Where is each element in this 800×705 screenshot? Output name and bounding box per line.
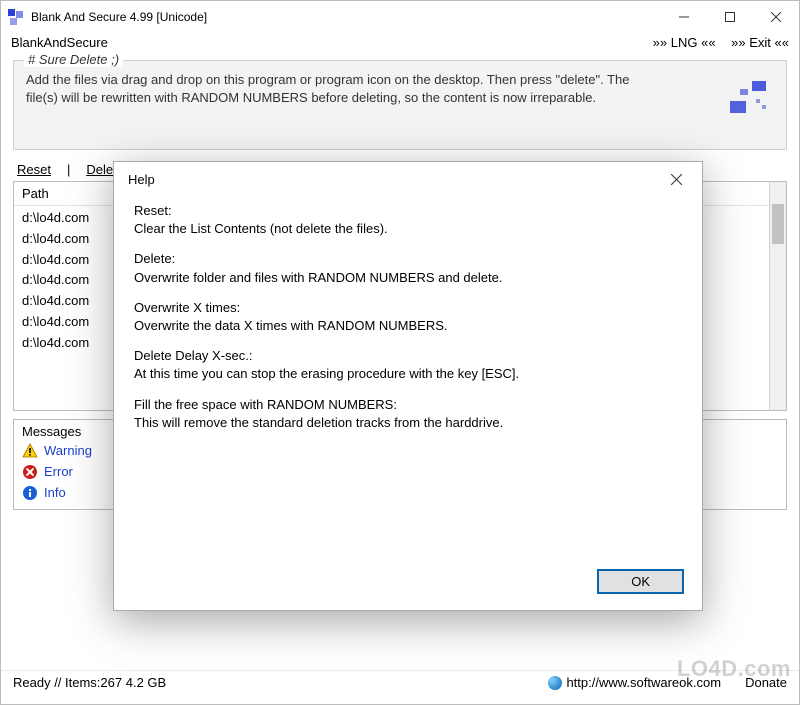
watermark: LO4D.com bbox=[677, 656, 791, 682]
globe-icon bbox=[548, 676, 562, 690]
window-controls bbox=[661, 1, 799, 33]
warning-icon bbox=[22, 443, 38, 459]
groupbox-text: Add the files via drag and drop on this … bbox=[26, 71, 646, 139]
maximize-button[interactable] bbox=[707, 1, 753, 33]
separator: | bbox=[67, 162, 70, 177]
message-label: Warning bbox=[44, 441, 92, 462]
help-heading: Reset: bbox=[134, 202, 682, 220]
scrollbar[interactable] bbox=[769, 182, 786, 410]
help-text: At this time you can stop the erasing pr… bbox=[134, 365, 682, 383]
groupbox-logo-icon bbox=[726, 79, 772, 122]
app-icon bbox=[7, 8, 25, 26]
help-section: Fill the free space with RANDOM NUMBERS:… bbox=[134, 396, 682, 432]
help-section: Overwrite X times: Overwrite the data X … bbox=[134, 299, 682, 335]
minimize-button[interactable] bbox=[661, 1, 707, 33]
main-window: Blank And Secure 4.99 [Unicode] BlankAnd… bbox=[0, 0, 800, 705]
help-text: Overwrite folder and files with RANDOM N… bbox=[134, 269, 682, 287]
message-label: Error bbox=[44, 462, 73, 483]
help-text: This will remove the standard deletion t… bbox=[134, 414, 682, 432]
help-heading: Delete: bbox=[134, 250, 682, 268]
exit-menu[interactable]: »» Exit «« bbox=[731, 35, 789, 50]
dialog-title: Help bbox=[128, 172, 654, 187]
lng-menu[interactable]: »» LNG «« bbox=[653, 35, 716, 50]
dialog-titlebar: Help bbox=[114, 162, 702, 196]
info-groupbox: # Sure Delete ;) Add the files via drag … bbox=[13, 60, 787, 150]
groupbox-title: # Sure Delete ;) bbox=[24, 52, 123, 67]
window-title: Blank And Secure 4.99 [Unicode] bbox=[31, 10, 661, 24]
help-dialog: Help Reset: Clear the List Contents (not… bbox=[113, 161, 703, 611]
dialog-close-button[interactable] bbox=[654, 162, 698, 196]
info-icon bbox=[22, 485, 38, 501]
help-heading: Overwrite X times: bbox=[134, 299, 682, 317]
help-section: Delete Delay X-sec.: At this time you ca… bbox=[134, 347, 682, 383]
help-heading: Delete Delay X-sec.: bbox=[134, 347, 682, 365]
dialog-footer: OK bbox=[114, 559, 702, 610]
dialog-body: Reset: Clear the List Contents (not dele… bbox=[114, 196, 702, 559]
help-text: Clear the List Contents (not delete the … bbox=[134, 220, 682, 238]
ok-button[interactable]: OK bbox=[597, 569, 684, 594]
scroll-thumb[interactable] bbox=[772, 204, 784, 244]
reset-link[interactable]: Reset bbox=[17, 162, 51, 177]
help-text: Overwrite the data X times with RANDOM N… bbox=[134, 317, 682, 335]
help-section: Delete: Overwrite folder and files with … bbox=[134, 250, 682, 286]
close-button[interactable] bbox=[753, 1, 799, 33]
titlebar: Blank And Secure 4.99 [Unicode] bbox=[1, 1, 799, 33]
error-icon bbox=[22, 464, 38, 480]
help-section: Reset: Clear the List Contents (not dele… bbox=[134, 202, 682, 238]
message-label: Info bbox=[44, 483, 66, 504]
menubar: BlankAndSecure »» LNG «« »» Exit «« bbox=[1, 33, 799, 52]
help-heading: Fill the free space with RANDOM NUMBERS: bbox=[134, 396, 682, 414]
status-text: Ready // Items:267 4.2 GB bbox=[13, 675, 548, 690]
app-name[interactable]: BlankAndSecure bbox=[11, 35, 641, 50]
